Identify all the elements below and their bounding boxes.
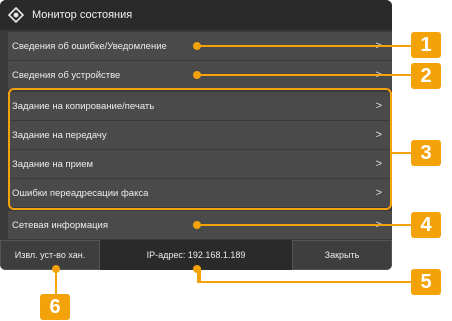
callout-badge-4: 4: [411, 212, 441, 238]
callout-line: [197, 45, 411, 47]
list-item-label: Сведения об ошибке/Уведомление: [12, 40, 167, 52]
close-button[interactable]: Закрыть: [292, 240, 392, 270]
remove-device-button[interactable]: Извл. уст-во хан.: [0, 240, 100, 270]
status-monitor-icon: [8, 7, 24, 23]
page-title: Монитор состояния: [32, 9, 133, 21]
callout-line: [392, 152, 411, 154]
callout-line: [197, 268, 201, 282]
callout-badge-5: 5: [411, 269, 441, 295]
list-item-label: Сведения об устройстве: [12, 69, 121, 81]
callout-line: [197, 224, 411, 226]
callout-badge-2: 2: [411, 63, 441, 89]
job-group-highlight: [8, 88, 392, 210]
title-bar: Монитор состояния: [0, 0, 392, 30]
callout-line: [197, 281, 411, 283]
list-item-label: Сетевая информация: [12, 219, 109, 231]
callout-badge-3: 3: [411, 140, 441, 166]
callout-badge-1: 1: [411, 32, 441, 58]
status-monitor-screen: Монитор состояния Сведения об ошибке/Уве…: [0, 0, 392, 270]
callout-line: [197, 74, 411, 76]
callout-badge-6: 6: [40, 294, 70, 320]
callout-line: [55, 268, 57, 294]
